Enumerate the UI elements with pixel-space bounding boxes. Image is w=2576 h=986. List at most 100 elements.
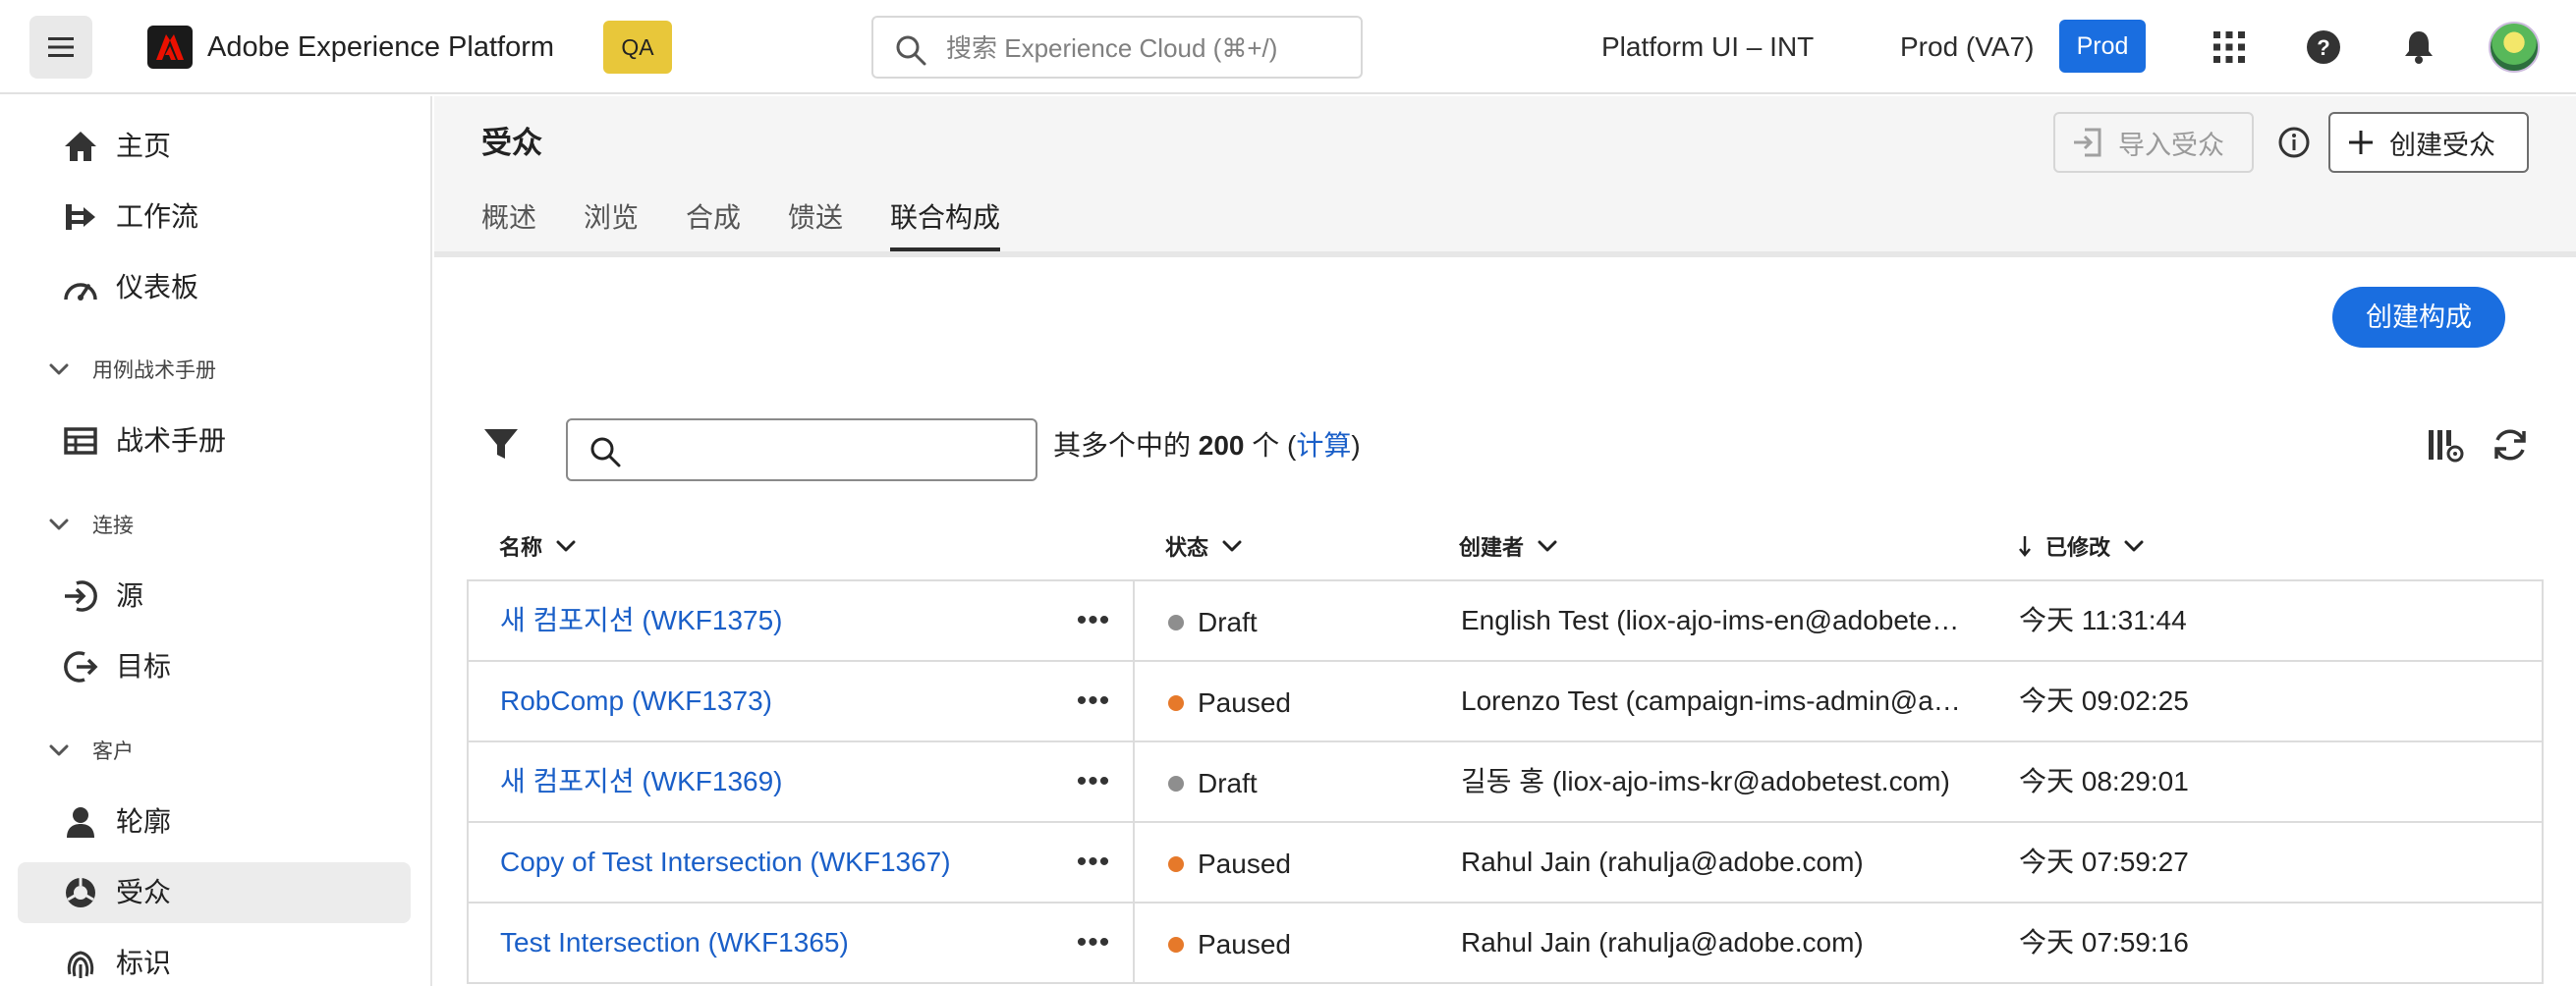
modified-cell: 今天 11:31:44 <box>2019 605 2187 635</box>
status-label: Draft <box>1198 607 1258 637</box>
more-actions-icon[interactable]: ••• <box>1074 925 1113 960</box>
composition-name-link[interactable]: Copy of Test Intersection (WKF1367) <box>500 845 951 880</box>
count-prefix: 其多个中的 <box>1053 430 1199 461</box>
playbook-icon <box>63 423 98 459</box>
modified-cell: 今天 07:59:27 <box>2019 847 2189 877</box>
sandbox-badge: Prod <box>2059 20 2146 73</box>
sidebar-item-destinations[interactable]: 目标 <box>18 636 411 697</box>
column-header-creator[interactable]: 创建者 <box>1459 526 1557 566</box>
sandbox-switcher[interactable]: Prod (VA7) <box>1900 27 2034 67</box>
column-header-modified[interactable]: 已修改 <box>2018 526 2144 566</box>
table-row[interactable]: Copy of Test Intersection (WKF1367) ••• … <box>467 823 2544 904</box>
sidebar-item-label: 目标 <box>116 651 172 682</box>
table-row[interactable]: RobComp (WKF1373) ••• Paused Lorenzo Tes… <box>467 662 2544 742</box>
section-label: 用例战术手册 <box>92 359 216 382</box>
table-search-input[interactable] <box>566 418 1037 481</box>
sidebar-section-playbooks[interactable]: 用例战术手册 <box>49 350 216 389</box>
count-suffix: 个 ( <box>1244 430 1297 461</box>
tab-browse[interactable]: 浏览 <box>584 200 639 251</box>
composition-name-link[interactable]: 새 컴포지션 (WKF1375) <box>500 603 783 638</box>
chevron-down-icon <box>49 739 73 762</box>
help-button[interactable]: ? <box>2302 26 2345 69</box>
sidebar-item-home[interactable]: 主页 <box>18 116 411 177</box>
sidebar-item-sources[interactable]: 源 <box>18 566 411 627</box>
create-composition-button[interactable]: 创建构成 <box>2332 287 2505 348</box>
global-search-input[interactable]: 搜索 Experience Cloud (⌘+/) <box>871 16 1363 79</box>
chevron-down-icon <box>556 540 576 552</box>
calculate-link[interactable]: 计算 <box>1296 430 1351 461</box>
table-row[interactable]: 새 컴포지션 (WKF1375) ••• Draft English Test … <box>467 581 2544 662</box>
column-divider <box>1133 904 1135 982</box>
status-cell: Draft <box>1168 766 1258 801</box>
user-avatar[interactable] <box>2489 22 2540 73</box>
create-audience-button[interactable]: 创建受众 <box>2328 112 2529 173</box>
help-icon: ? <box>2307 30 2340 64</box>
sidebar-item-workflows[interactable]: 工作流 <box>18 187 411 247</box>
sidebar-item-audiences[interactable]: 受众 <box>18 862 411 923</box>
sidebar-item-label: 源 <box>116 580 144 611</box>
status-cell: Paused <box>1168 685 1291 721</box>
workflow-icon <box>63 199 98 235</box>
sidebar-item-profiles[interactable]: 轮廓 <box>18 792 411 852</box>
section-label: 连接 <box>92 515 134 537</box>
table-row[interactable]: Test Intersection (WKF1365) ••• Paused R… <box>467 904 2544 984</box>
menu-toggle-button[interactable] <box>29 16 92 79</box>
status-dot <box>1168 776 1184 792</box>
column-header-status[interactable]: 状态 <box>1165 526 1242 566</box>
top-bar: Adobe Experience Platform QA 搜索 Experien… <box>0 0 2576 94</box>
filter-icon[interactable] <box>481 424 521 464</box>
hamburger-icon <box>48 37 74 57</box>
column-header-name[interactable]: 名称 <box>499 526 576 566</box>
column-divider <box>1133 581 1135 660</box>
more-actions-icon[interactable]: ••• <box>1074 764 1113 799</box>
search-icon <box>896 35 926 66</box>
tab-composition[interactable]: 合成 <box>686 200 741 251</box>
notifications-button[interactable] <box>2397 26 2440 69</box>
info-icon[interactable] <box>2277 126 2311 159</box>
more-actions-icon[interactable]: ••• <box>1074 684 1113 719</box>
sidebar-item-label: 战术手册 <box>116 425 227 456</box>
source-icon <box>63 578 98 614</box>
column-settings-icon[interactable] <box>2427 426 2464 464</box>
composition-name-link[interactable]: RobComp (WKF1373) <box>500 684 772 719</box>
composition-name-link[interactable]: Test Intersection (WKF1365) <box>500 925 849 960</box>
plus-icon <box>2349 131 2373 154</box>
table-row[interactable]: 새 컴포지션 (WKF1369) ••• Draft 길동 홍 (liox-aj… <box>467 742 2544 823</box>
app-name[interactable]: Adobe Experience Platform <box>207 27 554 67</box>
adobe-logo[interactable] <box>147 26 193 69</box>
composition-name-link[interactable]: 새 컴포지션 (WKF1369) <box>500 764 783 799</box>
identity-icon <box>63 946 98 981</box>
sidebar-item-label: 轮廓 <box>116 806 172 837</box>
sidebar-item-playbooks[interactable]: 战术手册 <box>18 411 411 471</box>
column-header-label: 状态 <box>1165 535 1209 560</box>
refresh-icon[interactable] <box>2492 426 2529 464</box>
tab-federated-composition[interactable]: 联合构成 <box>890 200 1001 251</box>
destination-icon <box>63 649 98 685</box>
create-audience-label: 创建受众 <box>2389 130 2495 160</box>
status-dot <box>1168 937 1184 953</box>
sidebar-section-customer[interactable]: 客户 <box>49 731 134 770</box>
import-audience-button[interactable]: 导入受众 <box>2053 112 2254 173</box>
tab-overview[interactable]: 概述 <box>481 200 536 251</box>
compositions-table: 새 컴포지션 (WKF1375) ••• Draft English Test … <box>467 579 2544 984</box>
search-icon <box>590 437 621 467</box>
status-label: Paused <box>1198 929 1291 959</box>
import-icon <box>2074 128 2101 157</box>
column-divider <box>1133 823 1135 902</box>
sidebar-item-identities[interactable]: 标识 <box>18 933 411 986</box>
result-count: 其多个中的 200 个 (计算) <box>1053 428 1361 464</box>
tab-feeds[interactable]: 馈送 <box>788 200 843 251</box>
org-switcher[interactable]: Platform UI – INT <box>1601 27 1814 67</box>
app-switcher-button[interactable] <box>2208 26 2251 69</box>
more-actions-icon[interactable]: ••• <box>1074 845 1113 880</box>
environment-badge: QA <box>603 21 672 74</box>
sidebar-section-connections[interactable]: 连接 <box>49 505 134 544</box>
count-close: ) <box>1351 430 1361 461</box>
sidebar-item-dashboards[interactable]: 仪表板 <box>18 257 411 318</box>
status-label: Paused <box>1198 849 1291 879</box>
more-actions-icon[interactable]: ••• <box>1074 603 1113 638</box>
import-audience-label: 导入受众 <box>2118 130 2224 160</box>
chevron-down-icon <box>1222 540 1242 552</box>
count-value: 200 <box>1198 430 1245 461</box>
column-divider <box>1133 742 1135 821</box>
